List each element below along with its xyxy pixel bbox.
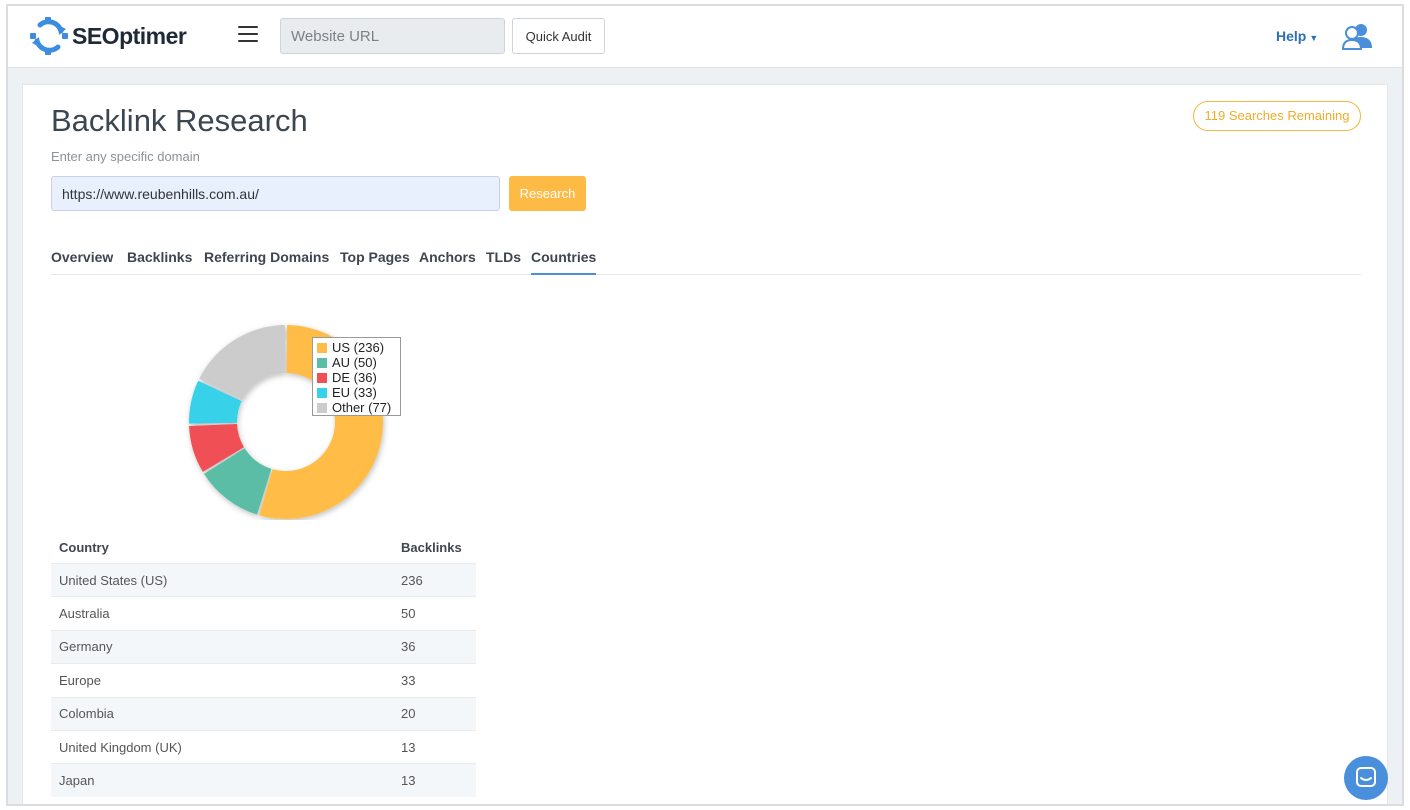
legend-swatch bbox=[317, 403, 327, 413]
backlinks-cell: 236 bbox=[401, 572, 423, 588]
backlink-research-card: Backlink Research 119 Searches Remaining… bbox=[22, 84, 1388, 804]
legend-swatch bbox=[317, 358, 327, 368]
legend-label: EU (33) bbox=[332, 385, 377, 400]
legend-item: AU (50) bbox=[317, 355, 396, 370]
help-label: Help bbox=[1276, 28, 1307, 44]
brand-logo[interactable]: SEOptimer bbox=[28, 16, 187, 56]
quick-audit-button[interactable]: Quick Audit bbox=[512, 18, 605, 54]
table-row: Australia 50 bbox=[51, 596, 476, 629]
report-tabs: Overview Backlinks Referring Domains Top… bbox=[51, 245, 1361, 275]
legend-swatch bbox=[317, 388, 327, 398]
backlinks-cell: 50 bbox=[401, 606, 416, 622]
domain-input[interactable] bbox=[51, 176, 500, 211]
table-header: Country Backlinks bbox=[51, 531, 476, 563]
backlinks-cell: 36 bbox=[401, 639, 416, 655]
legend-label: AU (50) bbox=[332, 355, 377, 370]
backlinks-cell: 13 bbox=[401, 739, 416, 755]
tab-backlinks[interactable]: Backlinks bbox=[127, 249, 192, 273]
backlinks-cell: 33 bbox=[401, 672, 416, 688]
backlinks-cell: 13 bbox=[401, 773, 416, 789]
domain-hint: Enter any specific domain bbox=[51, 149, 200, 164]
brand-name: SEOptimer bbox=[72, 22, 187, 49]
tab-anchors[interactable]: Anchors bbox=[419, 249, 476, 273]
table-row: Europe 33 bbox=[51, 663, 476, 696]
legend-label: Other (77) bbox=[332, 400, 392, 415]
legend-swatch bbox=[317, 373, 327, 383]
country-cell: United Kingdom (UK) bbox=[59, 739, 182, 755]
tab-top-pages[interactable]: Top Pages bbox=[340, 249, 410, 273]
chat-launcher-button[interactable] bbox=[1344, 756, 1388, 800]
tab-tlds[interactable]: TLDs bbox=[486, 249, 521, 273]
searches-remaining-badge: 119 Searches Remaining bbox=[1193, 101, 1361, 131]
user-account-icon[interactable] bbox=[1342, 22, 1372, 50]
caret-down-icon: ▼ bbox=[1309, 33, 1319, 43]
tab-overview[interactable]: Overview bbox=[51, 249, 113, 273]
legend-item: Other (77) bbox=[317, 400, 396, 415]
website-url-input[interactable] bbox=[280, 18, 505, 54]
legend-item: US (236) bbox=[317, 340, 396, 355]
help-dropdown[interactable]: Help ▼ bbox=[1276, 28, 1318, 44]
legend-swatch bbox=[317, 343, 327, 353]
backlinks-cell: 20 bbox=[401, 706, 416, 722]
country-cell: Japan bbox=[59, 773, 95, 789]
legend-label: US (236) bbox=[332, 340, 385, 355]
research-button[interactable]: Research bbox=[509, 176, 586, 211]
chat-bubble-icon bbox=[1356, 767, 1376, 787]
legend-item: DE (36) bbox=[317, 370, 396, 385]
column-header-country[interactable]: Country bbox=[51, 540, 401, 555]
table-row: United States (US) 236 bbox=[51, 563, 476, 597]
tab-countries[interactable]: Countries bbox=[531, 249, 597, 275]
country-cell: Australia bbox=[59, 606, 110, 622]
table-row: Colombia 20 bbox=[51, 696, 476, 730]
table-row: United Kingdom (UK) 13 bbox=[51, 729, 476, 763]
table-row: Germany 36 bbox=[51, 629, 476, 664]
chart-legend: US (236) AU (50) DE (36) EU (33) Other (77) bbox=[312, 337, 401, 416]
country-cell: Europe bbox=[59, 672, 101, 688]
countries-table: Country Backlinks United States (US) 236 A… bbox=[51, 531, 476, 797]
hamburger-menu-icon[interactable] bbox=[238, 26, 258, 42]
country-cell: Colombia bbox=[59, 706, 114, 722]
tab-referring-domains[interactable]: Referring Domains bbox=[204, 249, 329, 273]
table-row: Japan 13 bbox=[51, 763, 476, 797]
country-cell: Germany bbox=[59, 639, 113, 655]
legend-item: EU (33) bbox=[317, 385, 396, 400]
seoptimer-gear-icon bbox=[30, 17, 68, 55]
app-frame: SEOptimer Quick Audit Help▼ Backlink Res… bbox=[6, 4, 1404, 806]
column-header-backlinks[interactable]: Backlinks bbox=[401, 540, 476, 555]
page-title: Backlink Research bbox=[51, 103, 308, 138]
legend-label: DE (36) bbox=[332, 370, 377, 385]
top-navbar: SEOptimer Quick Audit Help▼ bbox=[8, 6, 1402, 68]
country-cell: United States (US) bbox=[59, 572, 168, 588]
